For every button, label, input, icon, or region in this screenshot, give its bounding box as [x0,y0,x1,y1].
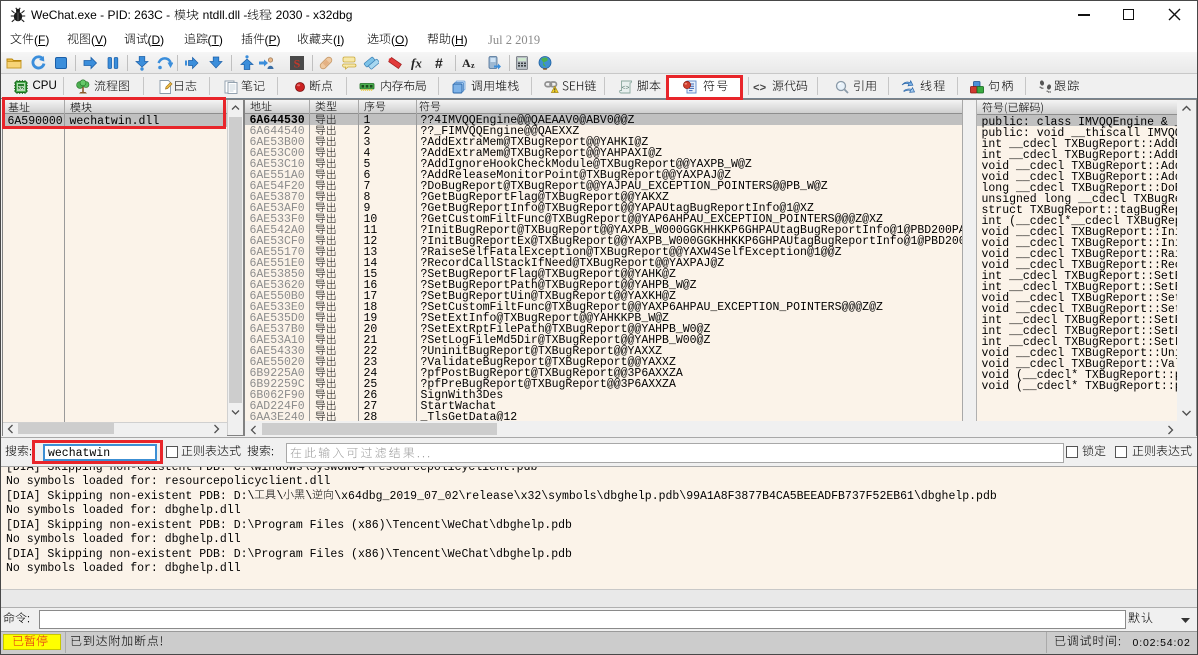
svg-text:<>: <> [753,83,767,95]
svg-text:<>: <> [621,84,629,91]
svg-text:fx: fx [411,56,422,71]
svg-text:A: A [462,56,471,70]
svg-text:S: S [294,57,301,71]
svg-text:32: 32 [17,85,23,91]
svg-text:z: z [471,61,475,70]
svg-text:#: # [435,55,443,71]
